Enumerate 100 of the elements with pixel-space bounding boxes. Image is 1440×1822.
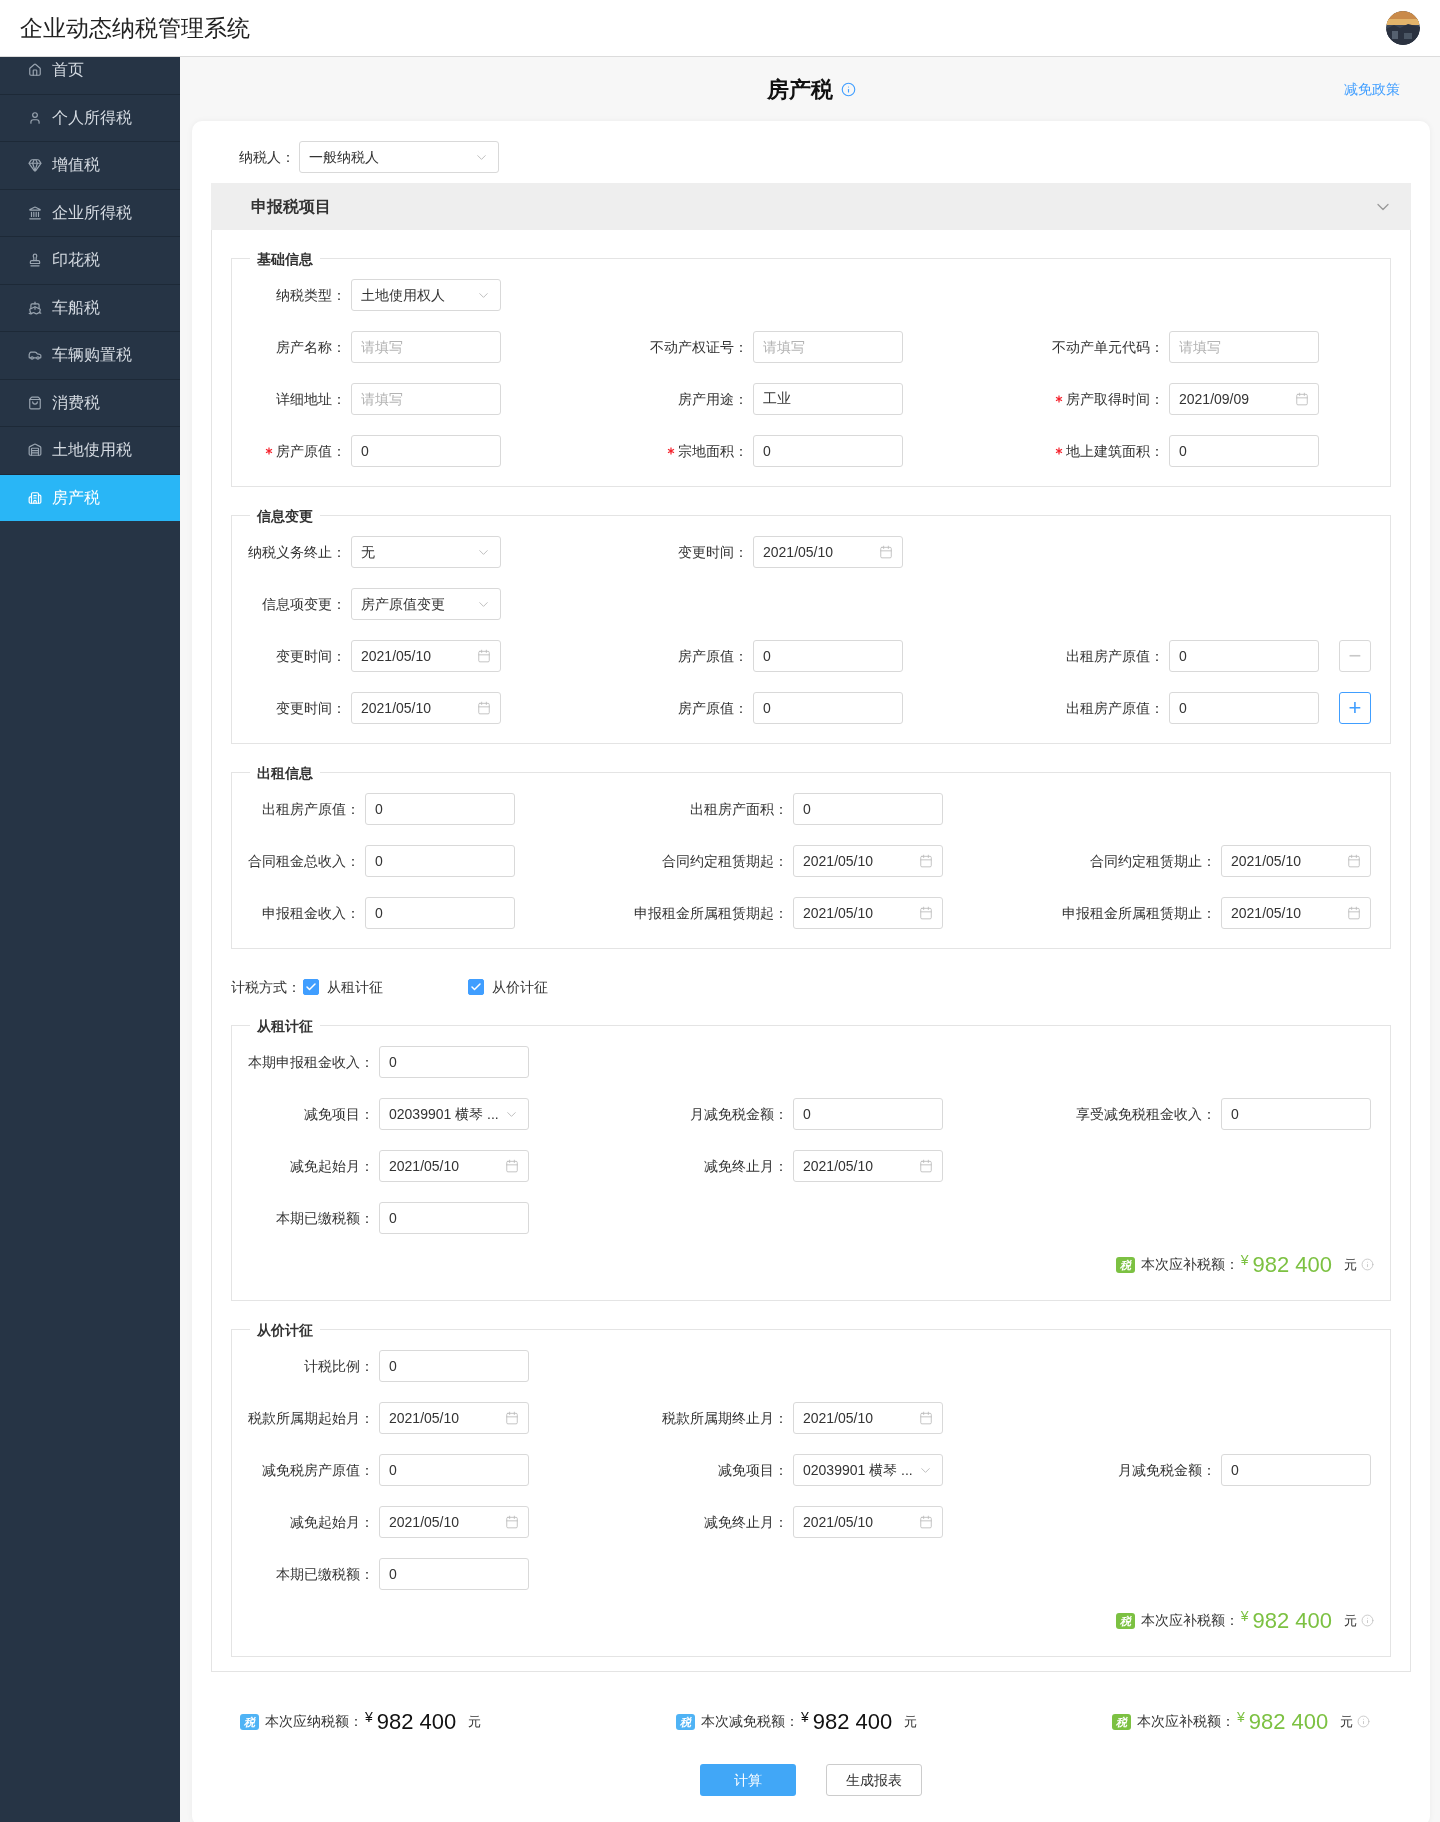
date-field[interactable]: 2021/05/10 xyxy=(379,1402,529,1434)
report-button[interactable]: 生成报表 xyxy=(826,1764,922,1796)
text-field[interactable]: 0 xyxy=(351,435,501,467)
user-icon xyxy=(28,110,42,125)
text-field[interactable]: 0 xyxy=(1221,1098,1371,1130)
field-label: 房产原值： xyxy=(678,698,748,718)
date-field[interactable]: 2021/09/09 xyxy=(1169,383,1319,415)
date-field[interactable]: 2021/05/10 xyxy=(793,845,943,877)
info-icon[interactable] xyxy=(1361,1258,1374,1271)
text-field[interactable]: 0 xyxy=(365,897,515,929)
text-field[interactable]: 0 xyxy=(753,692,903,724)
checkbox[interactable] xyxy=(303,979,319,995)
app-title: 企业动态纳税管理系统 xyxy=(20,13,250,43)
collapse-header[interactable]: 申报税项目 xyxy=(211,183,1411,230)
currency-sign: ¥ xyxy=(1240,1251,1249,1270)
date-field[interactable]: 2021/05/10 xyxy=(793,1506,943,1538)
sidebar-item[interactable]: 增值税 xyxy=(0,141,180,189)
date-field[interactable]: 2021/05/10 xyxy=(793,1402,943,1434)
required-asterisk-icon xyxy=(1055,447,1063,455)
calendar-icon xyxy=(1295,392,1309,406)
gem-icon xyxy=(28,158,42,173)
text-field[interactable]: 0 xyxy=(1169,435,1319,467)
field-label: 减免项目： xyxy=(718,1460,788,1480)
field-label: 享受减免税租金收入： xyxy=(1076,1104,1216,1124)
calendar-icon xyxy=(919,906,933,920)
total-label: 本次应补税额： xyxy=(1140,1255,1239,1274)
dropdown-field[interactable]: 土地使用权人 xyxy=(351,279,501,311)
field-label: 房产取得时间： xyxy=(1066,389,1164,409)
field-label: 合同约定租赁期止： xyxy=(1090,851,1216,871)
dropdown-field[interactable]: 房产原值变更 xyxy=(351,588,501,620)
text-field[interactable]: 请填写 xyxy=(1169,331,1319,363)
building-icon xyxy=(28,490,42,505)
field-label: 房产原值： xyxy=(678,646,748,666)
date-field[interactable]: 2021/05/10 xyxy=(793,897,943,929)
field-label: 详细地址： xyxy=(276,389,346,409)
sidebar-item[interactable]: 印花税 xyxy=(0,236,180,284)
field-label: 变更时间： xyxy=(276,646,346,666)
text-field[interactable]: 0 xyxy=(753,640,903,672)
fieldset-legend: 从租计征 xyxy=(250,1016,320,1036)
dropdown-field[interactable]: 02039901 横琴 ... xyxy=(793,1454,943,1486)
sidebar-item[interactable]: 车船税 xyxy=(0,283,180,331)
field-label: 地上建筑面积： xyxy=(1066,441,1164,461)
dropdown-field[interactable]: 一般纳税人 xyxy=(299,141,499,173)
info-icon[interactable] xyxy=(1357,1715,1371,1728)
calendar-icon xyxy=(879,545,893,559)
avatar[interactable] xyxy=(1386,11,1420,45)
text-field[interactable]: 工业 xyxy=(753,383,903,415)
unit-label: 元 xyxy=(904,1712,918,1731)
text-field[interactable]: 0 xyxy=(379,1202,529,1234)
text-field[interactable]: 0 xyxy=(379,1454,529,1486)
field-label: 减免项目： xyxy=(304,1104,374,1124)
text-field[interactable]: 0 xyxy=(1169,692,1319,724)
sidebar-item[interactable]: 消费税 xyxy=(0,378,180,426)
sidebar-item[interactable]: 企业所得税 xyxy=(0,188,180,236)
currency-sign: ¥ xyxy=(1240,1607,1249,1626)
calendar-icon xyxy=(477,649,491,663)
field-label: 不动产单元代码： xyxy=(1052,337,1164,357)
check-icon xyxy=(470,981,482,993)
text-field[interactable]: 0 xyxy=(1169,640,1319,672)
field-label: 申报租金所属租赁期止： xyxy=(1062,903,1216,923)
text-field[interactable]: 0 xyxy=(793,793,943,825)
unit-label: 元 xyxy=(468,1712,482,1731)
text-field[interactable]: 0 xyxy=(365,845,515,877)
info-icon[interactable] xyxy=(1361,1614,1374,1627)
dropdown-field[interactable]: 无 xyxy=(351,536,501,568)
date-field[interactable]: 2021/05/10 xyxy=(753,536,903,568)
total-label: 本次减免税额： xyxy=(701,1712,799,1731)
text-field[interactable]: 0 xyxy=(1221,1454,1371,1486)
sidebar-item[interactable]: 车辆购置税 xyxy=(0,331,180,379)
field-label: 纳税类型： xyxy=(276,285,346,305)
text-field[interactable]: 0 xyxy=(365,793,515,825)
tax-badge: 税 xyxy=(240,1713,259,1730)
sidebar-item[interactable]: 土地使用税 xyxy=(0,426,180,474)
date-field[interactable]: 2021/05/10 xyxy=(1221,897,1371,929)
date-field[interactable]: 2021/05/10 xyxy=(379,1506,529,1538)
date-field[interactable]: 2021/05/10 xyxy=(379,1150,529,1182)
text-field[interactable]: 请填写 xyxy=(351,331,501,363)
field-label: 减免终止月： xyxy=(704,1156,788,1176)
calendar-icon xyxy=(919,1515,933,1529)
field-label: 变更时间： xyxy=(276,698,346,718)
text-field[interactable]: 0 xyxy=(753,435,903,467)
checkbox[interactable] xyxy=(468,979,484,995)
field-label: 出租房产面积： xyxy=(690,799,788,819)
sidebar-item[interactable]: 首页 xyxy=(0,57,180,94)
text-field[interactable]: 0 xyxy=(793,1098,943,1130)
currency-sign: ¥ xyxy=(801,1708,809,1727)
text-field[interactable]: 0 xyxy=(379,1558,529,1590)
required-asterisk-icon xyxy=(265,447,273,455)
text-field[interactable]: 0 xyxy=(379,1350,529,1382)
date-field[interactable]: 2021/05/10 xyxy=(351,692,501,724)
dropdown-field[interactable]: 02039901 横琴 ... xyxy=(379,1098,529,1130)
sidebar-item[interactable]: 个人所得税 xyxy=(0,93,180,141)
date-field[interactable]: 2021/05/10 xyxy=(793,1150,943,1182)
text-field[interactable]: 0 xyxy=(379,1046,529,1078)
checkbox-label: 从租计征 xyxy=(327,977,383,997)
date-field[interactable]: 2021/05/10 xyxy=(1221,845,1371,877)
date-field[interactable]: 2021/05/10 xyxy=(351,640,501,672)
info-icon[interactable] xyxy=(840,81,856,97)
text-field[interactable]: 请填写 xyxy=(753,331,903,363)
text-field[interactable]: 请填写 xyxy=(351,383,501,415)
